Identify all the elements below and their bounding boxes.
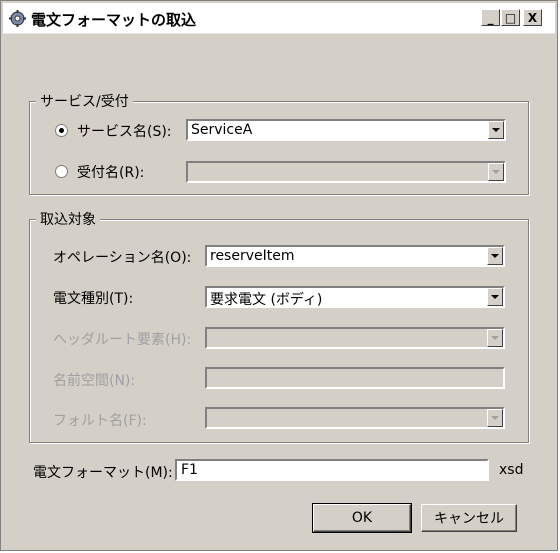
dropdown-button[interactable] (487, 288, 503, 306)
minimize-icon: _ (487, 10, 494, 25)
close-button[interactable]: X (523, 9, 542, 26)
ok-button[interactable]: OK (312, 503, 412, 533)
dropdown-button[interactable] (488, 163, 504, 181)
service-name-label[interactable]: サービス名(S): (77, 121, 172, 141)
chevron-down-icon (491, 295, 499, 299)
window-title: 電文フォーマットの取込 (31, 11, 197, 29)
cancel-button[interactable]: キャンセル (421, 504, 517, 532)
gear-icon (9, 10, 26, 27)
chevron-down-icon (492, 170, 500, 174)
minimize-button[interactable]: _ (481, 9, 500, 26)
ok-button-label: OK (351, 510, 373, 526)
target-group-legend: 取込対象 (36, 209, 100, 229)
format-label: 電文フォーマット(M): (33, 465, 173, 481)
namespace-label: 名前空間(N): (53, 373, 136, 389)
dropdown-button[interactable] (487, 409, 503, 427)
title-bar: 電文フォーマットの取込 _ □ X (3, 3, 555, 34)
fault-label: フォルト名(F): (53, 413, 147, 429)
chevron-down-icon (492, 128, 500, 132)
dialog-window: 電文フォーマットの取込 _ □ X サービス/受付 サービス名(S): Serv… (0, 0, 558, 551)
service-radio[interactable] (55, 124, 68, 137)
chevron-down-icon (491, 336, 499, 340)
cancel-button-label: キャンセル (434, 511, 504, 527)
dropdown-button[interactable] (487, 329, 503, 347)
receive-name-combo[interactable] (186, 161, 506, 183)
format-value: F1 (181, 462, 198, 478)
fault-combo[interactable] (205, 407, 505, 429)
operation-value: reserveItem (210, 248, 295, 264)
maximize-button[interactable]: □ (501, 9, 520, 26)
operation-label: オペレーション名(O): (53, 250, 192, 266)
operation-combo[interactable]: reserveItem (205, 245, 505, 267)
service-name-combo[interactable]: ServiceA (186, 119, 506, 141)
chevron-down-icon (491, 254, 499, 258)
dropdown-button[interactable] (487, 247, 503, 265)
header-root-label: ヘッダルート要素(H): (53, 332, 192, 348)
namespace-field[interactable] (205, 367, 505, 389)
receive-name-label[interactable]: 受付名(R): (77, 162, 144, 182)
receive-radio[interactable] (55, 165, 68, 178)
maximize-icon: □ (504, 10, 517, 25)
header-root-combo[interactable] (205, 327, 505, 349)
service-group-legend: サービス/受付 (36, 91, 133, 111)
chevron-down-icon (491, 416, 499, 420)
message-type-combo[interactable]: 要求電文 (ボディ) (205, 286, 505, 308)
close-icon: X (527, 10, 538, 25)
dropdown-button[interactable] (488, 121, 504, 139)
radio-selected-dot (59, 128, 64, 133)
service-name-value: ServiceA (191, 122, 253, 138)
message-type-value: 要求電文 (ボディ) (210, 292, 323, 308)
message-type-label: 電文種別(T): (53, 291, 134, 307)
format-suffix: xsd (499, 462, 524, 478)
format-field[interactable]: F1 (175, 459, 489, 481)
